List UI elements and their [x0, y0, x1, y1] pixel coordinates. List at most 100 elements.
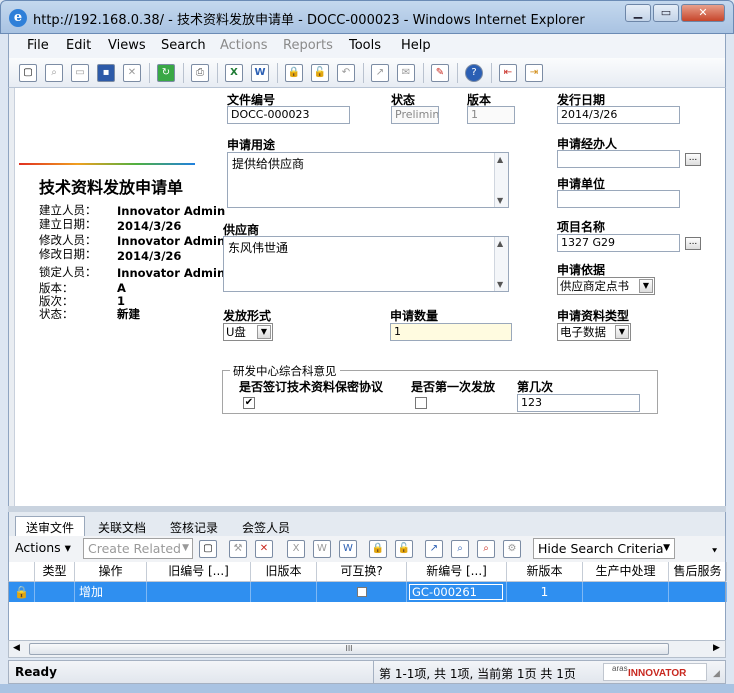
tab-countersigners[interactable]: 会签人员	[231, 516, 301, 536]
grid-word-icon[interactable]: W	[313, 540, 331, 558]
unlock-icon[interactable]: 🔓	[311, 64, 329, 82]
delete-relationship-icon[interactable]: ✕	[255, 540, 273, 558]
undo-icon[interactable]: ↶	[337, 64, 355, 82]
grid-col-production[interactable]: 生产中处理	[583, 562, 669, 581]
create-related-select[interactable]: Create Related ▼	[83, 538, 193, 559]
table-row[interactable]: 🔒 增加 GC-000261 1	[8, 582, 727, 602]
handler-field[interactable]	[557, 150, 680, 168]
row-service[interactable]	[669, 582, 727, 602]
new-icon[interactable]: ▢	[19, 64, 37, 82]
interchangeable-checkbox[interactable]	[357, 587, 367, 597]
print-preview-icon[interactable]: ⌕	[45, 64, 63, 82]
grid-col-interchangeable[interactable]: 可互换?	[317, 562, 407, 581]
supplier-scrollbar[interactable]: ▲ ▼	[494, 237, 508, 291]
grid-col-lock[interactable]	[9, 562, 35, 581]
open-icon[interactable]: ▭	[71, 64, 89, 82]
save-icon[interactable]: ▪	[97, 64, 115, 82]
basis-select[interactable]: 供应商定点书 ▼	[557, 277, 655, 295]
toolbar-overflow-icon[interactable]: ⯆	[711, 547, 718, 557]
times-field[interactable]: 123	[517, 394, 640, 412]
grid-unlock-icon[interactable]: 🔓	[395, 540, 413, 558]
tab-related-docs[interactable]: 关联文档	[87, 516, 157, 536]
minimize-button[interactable]: ▁	[625, 4, 651, 22]
menu-reports[interactable]: Reports	[283, 38, 333, 53]
grid-col-new-ver[interactable]: 新版本	[507, 562, 583, 581]
issue-date-field[interactable]: 2014/3/26	[557, 106, 680, 124]
help-icon[interactable]: ?	[465, 64, 483, 82]
grid-col-action[interactable]: 操作	[75, 562, 147, 581]
grid-col-old-ver[interactable]: 旧版本	[251, 562, 317, 581]
menu-search[interactable]: Search	[161, 38, 206, 53]
row-type[interactable]	[35, 582, 75, 602]
row-old-no[interactable]	[147, 582, 251, 602]
supplier-textarea[interactable]: 东风伟世通 ▲ ▼	[223, 236, 509, 292]
scrollbar-thumb[interactable]: III	[29, 643, 669, 655]
grid-excel-icon[interactable]: X	[287, 540, 305, 558]
row-new-no[interactable]: GC-000261	[407, 582, 507, 602]
grid-word2-icon[interactable]: W	[339, 540, 357, 558]
grid-promote-icon[interactable]: ↗	[425, 540, 443, 558]
logout-icon[interactable]: ⇥	[525, 64, 543, 82]
unit-field[interactable]	[557, 190, 680, 208]
hide-search-criteria-select[interactable]: Hide Search Criteria ▼	[533, 538, 675, 559]
release-form-select[interactable]: U盘 ▼	[223, 323, 273, 341]
project-picker-button[interactable]: ...	[685, 237, 701, 250]
search-icon[interactable]: ⌕	[451, 540, 469, 558]
menu-help[interactable]: Help	[401, 38, 431, 53]
promote-icon[interactable]: ↗	[371, 64, 389, 82]
refresh-icon[interactable]: ↻	[157, 64, 175, 82]
version-field[interactable]: 1	[467, 106, 515, 124]
grid-col-new-no[interactable]: 新编号 [...]	[407, 562, 507, 581]
chevron-down-icon: ▼	[182, 543, 189, 553]
resize-grip-icon[interactable]: ◢	[713, 669, 720, 679]
row-new-ver[interactable]: 1	[507, 582, 583, 602]
scroll-right-icon[interactable]: ▶	[713, 643, 720, 653]
row-action[interactable]: 增加	[75, 582, 147, 602]
tab-review-files[interactable]: 送审文件	[15, 516, 86, 536]
print-icon[interactable]: ⎙	[191, 64, 209, 82]
search-settings-icon[interactable]: ⚙	[503, 540, 521, 558]
basis-value: 供应商定点书	[560, 279, 629, 293]
delete-icon[interactable]: ✕	[123, 64, 141, 82]
row-old-ver[interactable]	[251, 582, 317, 602]
discuss-icon[interactable]: ✉	[397, 64, 415, 82]
new-relationship-icon[interactable]: ▢	[199, 540, 217, 558]
status-field[interactable]: Preliminary	[391, 106, 439, 124]
purpose-scrollbar[interactable]: ▲ ▼	[494, 153, 508, 207]
menu-actions[interactable]: Actions	[220, 38, 268, 53]
scroll-left-icon[interactable]: ◀	[13, 643, 20, 653]
sign-icon[interactable]: ✎	[431, 64, 449, 82]
doc-no-field[interactable]: DOCC-000023	[227, 106, 350, 124]
close-button[interactable]: ✕	[681, 4, 725, 22]
first-release-checkbox[interactable]	[415, 397, 427, 409]
grid-actions-menu[interactable]: Actions ▾	[15, 540, 71, 555]
purpose-textarea[interactable]: 提供给供应商 ▲ ▼	[227, 152, 509, 208]
grid-lock-icon[interactable]: 🔒	[369, 540, 387, 558]
grid-col-service[interactable]: 售后服务	[669, 562, 727, 581]
pick-related-icon[interactable]: ⚒	[229, 540, 247, 558]
status-divider	[373, 661, 374, 683]
menu-edit[interactable]: Edit	[66, 38, 91, 53]
menu-file[interactable]: File	[27, 38, 49, 53]
handler-picker-button[interactable]: ...	[685, 153, 701, 166]
quantity-field[interactable]: 1	[390, 323, 512, 341]
grid-actions-label: Actions	[15, 540, 61, 555]
nda-checkbox[interactable]: ✔	[243, 397, 255, 409]
grid-col-type[interactable]: 类型	[35, 562, 75, 581]
grid-horizontal-scrollbar[interactable]: ◀ III ▶	[8, 640, 726, 658]
row-production[interactable]	[583, 582, 669, 602]
clear-search-icon[interactable]: ⌕	[477, 540, 495, 558]
tab-signoff-records[interactable]: 签核记录	[159, 516, 229, 536]
material-type-select[interactable]: 电子数据 ▼	[557, 323, 631, 341]
grid-col-old-no[interactable]: 旧编号 [...]	[147, 562, 251, 581]
menu-tools[interactable]: Tools	[349, 38, 381, 53]
menu-views[interactable]: Views	[108, 38, 146, 53]
row-interchangeable[interactable]	[317, 582, 407, 602]
lock-icon[interactable]: 🔒	[285, 64, 303, 82]
maximize-button[interactable]: ▭	[653, 4, 679, 22]
left-gutter	[9, 88, 15, 506]
project-field[interactable]: 1327 G29	[557, 234, 680, 252]
excel-icon[interactable]: X	[225, 64, 243, 82]
word-icon[interactable]: W	[251, 64, 269, 82]
exit-icon[interactable]: ⇤	[499, 64, 517, 82]
